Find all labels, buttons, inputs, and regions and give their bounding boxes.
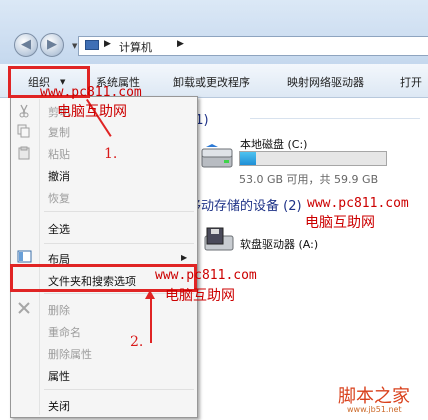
back-button[interactable]: ◀: [14, 33, 38, 57]
cut-icon: [19, 104, 29, 118]
menu-item-undo[interactable]: 撤消: [48, 168, 70, 184]
menu-item-copy[interactable]: 复制: [48, 124, 70, 140]
menu-item-select-all[interactable]: 全选: [48, 221, 70, 237]
watermark-cn: 电脑互助网: [165, 288, 235, 304]
menu-separator: [44, 389, 194, 390]
menu-item-redo[interactable]: 恢复: [48, 190, 70, 206]
watermark-url: www.pc811.com: [307, 196, 409, 211]
watermark-url: www.pc811.com: [155, 268, 257, 283]
menu-item-remove-properties[interactable]: 删除属性: [48, 346, 92, 362]
drive-c-usage-text: 53.0 GB 可用，共 59.9 GB: [239, 173, 379, 186]
watermark-cn: 电脑互助网: [57, 104, 127, 120]
section-divider: [250, 118, 420, 119]
menu-item-delete[interactable]: 删除: [48, 302, 70, 318]
copy-icon: [17, 124, 30, 138]
uninstall-program-button[interactable]: 卸载或更改程序: [173, 74, 250, 90]
drive-a-name[interactable]: 软盘驱动器 (A:): [240, 236, 318, 252]
address-bar[interactable]: ▶ 计算机 ▶: [78, 36, 428, 56]
address-segment-computer[interactable]: 计算机: [119, 39, 152, 55]
layout-icon: [17, 250, 32, 263]
menu-gutter: [39, 99, 40, 415]
watermark-url: www.pc811.com: [40, 85, 142, 100]
watermark-cn: 电脑互助网: [305, 215, 375, 231]
paste-icon: [18, 146, 30, 160]
forward-button[interactable]: ▶: [40, 33, 64, 57]
chevron-right-icon[interactable]: ▶: [177, 39, 184, 49]
menu-item-properties[interactable]: 属性: [48, 368, 70, 384]
hard-disk-icon[interactable]: [200, 143, 236, 171]
delete-icon: [18, 302, 30, 314]
drive-c-name[interactable]: 本地磁盘 (C:): [240, 136, 307, 152]
submenu-arrow-icon: ▶: [181, 253, 188, 262]
menu-item-close[interactable]: 关闭: [48, 398, 70, 414]
floppy-drive-icon[interactable]: [203, 226, 237, 254]
chevron-right-icon[interactable]: ▶: [104, 39, 111, 49]
open-button[interactable]: 打开: [400, 74, 422, 90]
annotation-arrow-2: [150, 295, 152, 343]
organize-menu: 剪切 复制 粘贴 撤消 恢复 全选 布局 ▶ 文件夹和搜索选项 删除 重命名 删…: [10, 96, 198, 418]
computer-icon: [85, 40, 99, 50]
map-network-drive-button[interactable]: 映射网络驱动器: [287, 74, 364, 90]
menu-separator: [44, 211, 194, 212]
menu-item-rename[interactable]: 重命名: [48, 324, 81, 340]
step-label-2: 2.: [130, 334, 144, 350]
history-dropdown-icon[interactable]: ▼: [72, 42, 77, 50]
step-label-1: 1.: [104, 146, 118, 162]
menu-item-paste[interactable]: 粘贴: [48, 146, 70, 162]
arrow-head-icon: [145, 290, 155, 299]
drive-c-usage-bar: [239, 151, 387, 166]
menu-separator: [44, 243, 194, 244]
site-logo-url: www.jb51.net: [347, 405, 402, 414]
